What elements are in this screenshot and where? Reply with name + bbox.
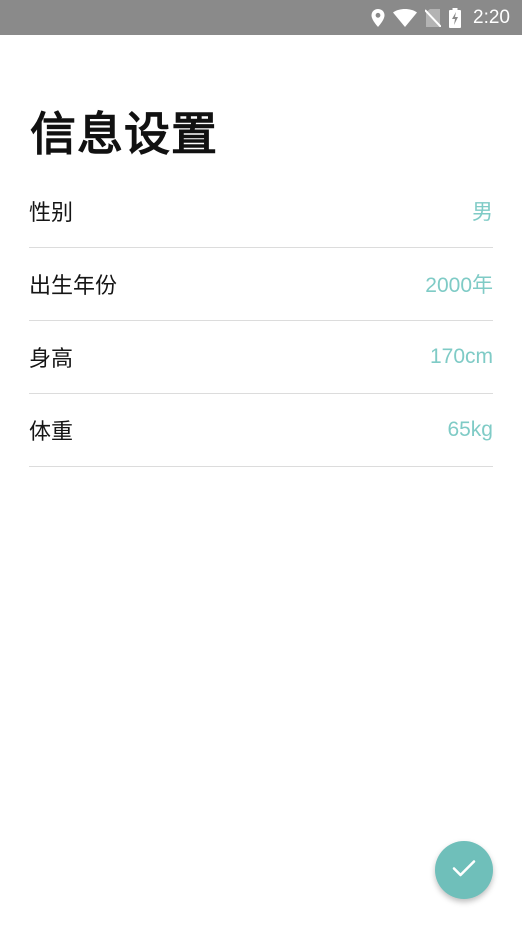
no-sim-icon — [425, 8, 442, 27]
setting-row-weight[interactable]: 体重 65kg — [29, 394, 493, 467]
setting-value: 2000年 — [425, 274, 493, 297]
status-icons: 2:20 — [371, 0, 510, 35]
setting-row-height[interactable]: 身高 170cm — [29, 321, 493, 394]
setting-row-birth-year[interactable]: 出生年份 2000年 — [29, 248, 493, 321]
page-title: 信息设置 — [30, 107, 218, 161]
setting-row-gender[interactable]: 性别 男 — [29, 175, 493, 248]
setting-value: 男 — [472, 201, 493, 224]
setting-label: 性别 — [29, 201, 74, 226]
setting-value: 170cm — [429, 345, 493, 368]
battery-charging-icon — [449, 7, 462, 28]
setting-value: 65kg — [447, 418, 493, 441]
location-icon — [371, 8, 385, 27]
settings-list: 性别 男 出生年份 2000年 身高 170cm 体重 65kg — [29, 175, 493, 467]
setting-label: 体重 — [29, 420, 74, 445]
setting-label: 身高 — [29, 347, 74, 372]
status-bar: 2:20 — [0, 0, 522, 35]
wifi-icon — [393, 8, 418, 27]
setting-label: 出生年份 — [29, 274, 118, 299]
checkmark-icon — [450, 854, 478, 886]
confirm-fab-button[interactable] — [435, 841, 493, 899]
status-time: 2:20 — [473, 6, 510, 28]
